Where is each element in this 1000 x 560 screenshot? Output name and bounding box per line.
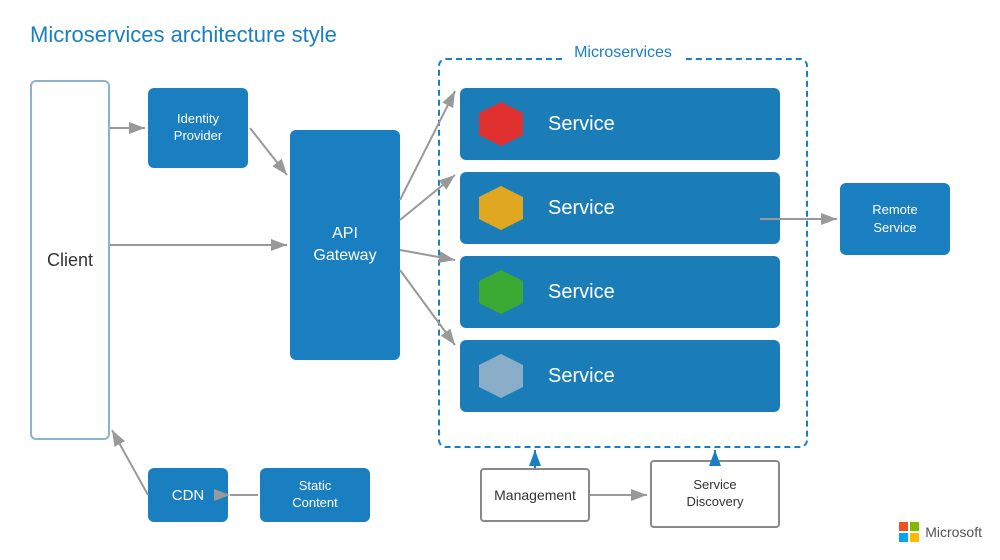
- service-discovery-label: ServiceDiscovery: [686, 477, 743, 511]
- client-box: Client: [30, 80, 110, 440]
- hexagon-red: [479, 102, 523, 146]
- ms-blue-square: [899, 533, 908, 542]
- service-label-3: Service: [548, 281, 615, 304]
- management-box: Management: [480, 468, 590, 522]
- remote-service-label: RemoteService: [872, 201, 918, 237]
- service-row-4: Service: [460, 340, 780, 412]
- microsoft-logo: Microsoft: [899, 522, 982, 542]
- static-content-box: StaticContent: [260, 468, 370, 522]
- hex-icon-3: [474, 265, 528, 319]
- static-content-label: StaticContent: [292, 478, 338, 512]
- hex-icon-2: [474, 181, 528, 235]
- ms-yellow-square: [910, 533, 919, 542]
- page-title: Microservices architecture style: [30, 22, 337, 48]
- service-label-4: Service: [548, 365, 615, 388]
- microservices-title: Microservices: [564, 44, 682, 62]
- ms-red-square: [899, 522, 908, 531]
- identity-provider-box: IdentityProvider: [148, 88, 248, 168]
- api-gateway-box: APIGateway: [290, 130, 400, 360]
- client-label: Client: [47, 250, 93, 271]
- remote-service-box: RemoteService: [840, 183, 950, 255]
- microsoft-grid-icon: [899, 522, 919, 542]
- ms-green-square: [910, 522, 919, 531]
- cdn-box: CDN: [148, 468, 228, 522]
- api-gateway-label: APIGateway: [313, 223, 376, 268]
- service-row-1: Service: [460, 88, 780, 160]
- microsoft-text: Microsoft: [925, 524, 982, 540]
- service-label-1: Service: [548, 113, 615, 136]
- hexagon-green: [479, 270, 523, 314]
- hex-icon-1: [474, 97, 528, 151]
- hexagon-yellow: [479, 186, 523, 230]
- management-label: Management: [494, 487, 576, 503]
- service-row-2: Service: [460, 172, 780, 244]
- identity-provider-label: IdentityProvider: [174, 111, 222, 145]
- microservices-container: Microservices Service Service Service Se…: [438, 58, 808, 448]
- hex-icon-4: [474, 349, 528, 403]
- cdn-label: CDN: [172, 487, 205, 504]
- service-discovery-box: ServiceDiscovery: [650, 460, 780, 528]
- service-label-2: Service: [548, 197, 615, 220]
- hexagon-bluegray: [479, 354, 523, 398]
- service-row-3: Service: [460, 256, 780, 328]
